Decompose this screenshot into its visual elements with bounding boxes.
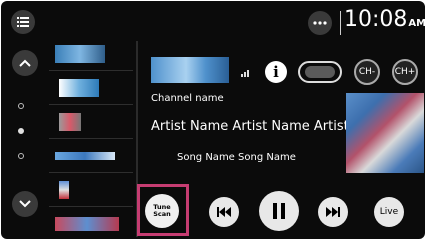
- page-dot-active: [18, 128, 24, 134]
- pause-button[interactable]: [259, 191, 299, 231]
- menu-button[interactable]: [11, 10, 35, 34]
- previous-button[interactable]: [209, 197, 239, 227]
- pause-icon: [273, 203, 285, 219]
- channel-down-label: CH-: [358, 67, 376, 77]
- channel-logo-thumbnail: [55, 152, 115, 160]
- more-icon: [313, 21, 327, 25]
- live-button[interactable]: Live: [374, 197, 404, 227]
- channel-logo-thumbnail: [59, 113, 81, 131]
- signal-icon: [241, 70, 249, 77]
- channel-logo-thumbnail: [55, 45, 105, 63]
- channel-logo-thumbnail: [59, 79, 99, 97]
- info-button[interactable]: i: [265, 61, 287, 83]
- album-art: [346, 93, 424, 173]
- info-icon: i: [273, 63, 279, 81]
- list-item[interactable]: [49, 73, 133, 103]
- clock-ampm: AM: [408, 18, 425, 29]
- channel-name: Channel name: [151, 93, 224, 104]
- favorite-toggle[interactable]: [298, 61, 342, 83]
- artist-name: Artist Name Artist Name Artist: [151, 119, 349, 134]
- clock-time: 10:08: [344, 7, 408, 32]
- page-dot: [18, 103, 24, 109]
- page-dot: [18, 153, 24, 159]
- list-item[interactable]: [49, 39, 133, 69]
- radio-screen: 10:08AM i CH- CH+ Channel name Artist Na…: [1, 1, 425, 239]
- previous-icon: [217, 207, 231, 217]
- menu-icon: [17, 17, 29, 27]
- scroll-up-button[interactable]: [12, 50, 38, 76]
- channel-up-label: CH+: [394, 67, 416, 77]
- channel-logo: [151, 57, 229, 83]
- chevron-up-icon: [19, 59, 31, 67]
- channel-down-button[interactable]: CH-: [354, 59, 380, 85]
- clock: 10:08AM: [344, 7, 425, 32]
- live-label: Live: [379, 207, 399, 217]
- list-item[interactable]: [49, 175, 133, 205]
- more-button[interactable]: [308, 11, 332, 35]
- channel-logo-thumbnail: [59, 181, 69, 199]
- channel-list: [49, 39, 133, 237]
- channel-up-button[interactable]: CH+: [392, 59, 418, 85]
- favorite-toggle-fill: [305, 66, 335, 78]
- chevron-down-icon: [19, 200, 31, 208]
- tune-scan-label-line2: Scan: [153, 210, 171, 218]
- clock-divider: [340, 11, 341, 35]
- list-item[interactable]: [49, 209, 133, 239]
- next-icon: [326, 207, 340, 217]
- list-item[interactable]: [49, 141, 133, 171]
- channel-logo-thumbnail: [55, 217, 119, 231]
- scroll-down-button[interactable]: [12, 191, 38, 217]
- list-item[interactable]: [49, 107, 133, 137]
- tune-scan-button[interactable]: Tune Scan: [145, 194, 179, 228]
- song-name: Song Name Song Name: [177, 152, 296, 163]
- next-button[interactable]: [318, 197, 348, 227]
